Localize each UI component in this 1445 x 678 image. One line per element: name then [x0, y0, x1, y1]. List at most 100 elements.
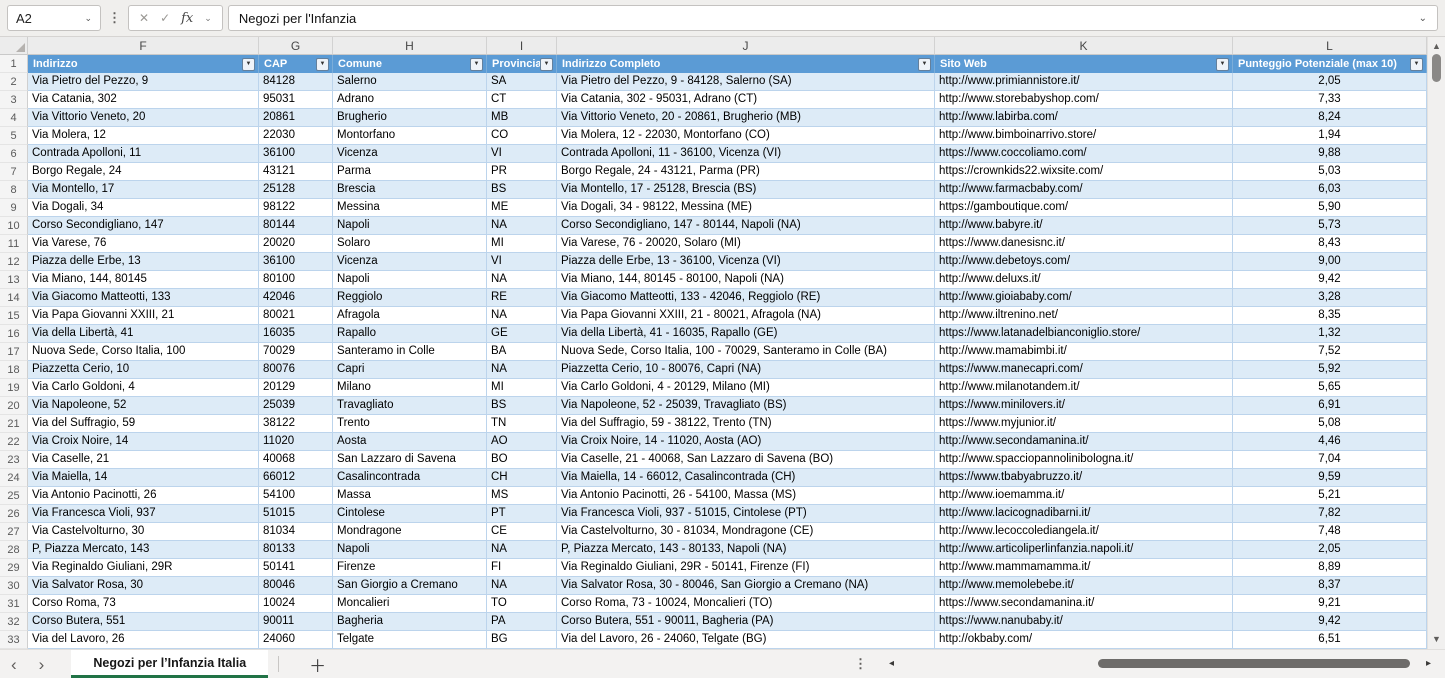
cell[interactable]: Via Catania, 302 - 95031, Adrano (CT) [557, 91, 935, 109]
cell[interactable]: Salerno [333, 73, 487, 91]
cell[interactable]: Via Carlo Goldoni, 4 [28, 379, 259, 397]
cell[interactable]: 20861 [259, 109, 333, 127]
cell[interactable]: 5,73 [1233, 217, 1427, 235]
cell[interactable]: 11020 [259, 433, 333, 451]
cell[interactable]: http://www.bimboinarrivo.store/ [935, 127, 1233, 145]
cell[interactable]: http://www.secondamanina.it/ [935, 433, 1233, 451]
cell[interactable]: https://www.nanubaby.it/ [935, 613, 1233, 631]
cell[interactable]: http://www.spacciopannolinibologna.it/ [935, 451, 1233, 469]
cell[interactable]: http://www.ioemamma.it/ [935, 487, 1233, 505]
cell[interactable]: Via Giacomo Matteotti, 133 [28, 289, 259, 307]
cell[interactable]: 43121 [259, 163, 333, 181]
cell[interactable]: 36100 [259, 253, 333, 271]
cell[interactable]: 1,32 [1233, 325, 1427, 343]
column-header-4[interactable]: Provincia ▼ [487, 55, 557, 73]
row-header-5[interactable]: 5 [0, 127, 28, 145]
row-header-10[interactable]: 10 [0, 217, 28, 235]
cell[interactable]: NA [487, 541, 557, 559]
cell[interactable]: http://www.debetoys.com/ [935, 253, 1233, 271]
cell[interactable]: https://www.minilovers.it/ [935, 397, 1233, 415]
cell[interactable]: Contrada Apolloni, 11 - 36100, Vicenza (… [557, 145, 935, 163]
column-header-1[interactable]: Indirizzo ▼ [28, 55, 259, 73]
cell[interactable]: 22030 [259, 127, 333, 145]
cell[interactable]: 80144 [259, 217, 333, 235]
row-header-15[interactable]: 15 [0, 307, 28, 325]
cell[interactable]: Napoli [333, 217, 487, 235]
row-header-24[interactable]: 24 [0, 469, 28, 487]
cell[interactable]: PA [487, 613, 557, 631]
cell[interactable]: https://www.manecapri.com/ [935, 361, 1233, 379]
cell[interactable]: https://crownkids22.wixsite.com/ [935, 163, 1233, 181]
cell[interactable]: http://www.farmacbaby.com/ [935, 181, 1233, 199]
cell[interactable]: NA [487, 577, 557, 595]
cell[interactable]: https://www.latanadelbianconiglio.store/ [935, 325, 1233, 343]
cancel-icon[interactable]: ✕ [139, 11, 149, 25]
row-header-23[interactable]: 23 [0, 451, 28, 469]
cell[interactable]: Corso Secondigliano, 147 [28, 217, 259, 235]
filter-button[interactable]: ▼ [540, 57, 553, 71]
cell[interactable]: http://www.babyre.it/ [935, 217, 1233, 235]
cell[interactable]: Messina [333, 199, 487, 217]
cell[interactable]: Solaro [333, 235, 487, 253]
cell[interactable]: Via Montello, 17 [28, 181, 259, 199]
filter-button[interactable]: ▼ [1410, 57, 1423, 71]
cell[interactable]: Via Molera, 12 - 22030, Montorfano (CO) [557, 127, 935, 145]
row-header-8[interactable]: 8 [0, 181, 28, 199]
cell[interactable]: Via Croix Noire, 14 [28, 433, 259, 451]
cell[interactable]: BS [487, 181, 557, 199]
row-header-22[interactable]: 22 [0, 433, 28, 451]
cell[interactable]: 16035 [259, 325, 333, 343]
cell[interactable]: FI [487, 559, 557, 577]
cell[interactable]: Napoli [333, 541, 487, 559]
more-options-icon[interactable]: ⋮ [106, 10, 123, 26]
cell[interactable]: San Lazzaro di Savena [333, 451, 487, 469]
cell[interactable]: Nuova Sede, Corso Italia, 100 - 70029, S… [557, 343, 935, 361]
column-letter-J[interactable]: J [557, 37, 935, 55]
cell[interactable]: Via Pietro del Pezzo, 9 - 84128, Salerno… [557, 73, 935, 91]
cell[interactable]: Montorfano [333, 127, 487, 145]
cell[interactable]: 80076 [259, 361, 333, 379]
filter-button[interactable]: ▼ [316, 57, 329, 71]
cell[interactable]: http://www.lecoccolediangela.it/ [935, 523, 1233, 541]
row-header-28[interactable]: 28 [0, 541, 28, 559]
scroll-up-icon[interactable]: ▲ [1432, 37, 1441, 54]
cell[interactable]: 5,90 [1233, 199, 1427, 217]
cell[interactable]: Reggiolo [333, 289, 487, 307]
column-header-3[interactable]: Comune ▼ [333, 55, 487, 73]
row-header-19[interactable]: 19 [0, 379, 28, 397]
cell[interactable]: 5,92 [1233, 361, 1427, 379]
cell[interactable]: Via Caselle, 21 [28, 451, 259, 469]
cell[interactable]: Via Vittorio Veneto, 20 - 20861, Brugher… [557, 109, 935, 127]
cell[interactable]: MS [487, 487, 557, 505]
cell[interactable]: Milano [333, 379, 487, 397]
cell[interactable]: MI [487, 379, 557, 397]
cell[interactable]: Casalincontrada [333, 469, 487, 487]
cell[interactable]: Telgate [333, 631, 487, 649]
cell[interactable]: Mondragone [333, 523, 487, 541]
cell[interactable]: AO [487, 433, 557, 451]
cell[interactable]: http://www.gioiababy.com/ [935, 289, 1233, 307]
cell[interactable]: Moncalieri [333, 595, 487, 613]
cell[interactable]: 1,94 [1233, 127, 1427, 145]
cell[interactable]: Via Varese, 76 [28, 235, 259, 253]
row-header-14[interactable]: 14 [0, 289, 28, 307]
cell[interactable]: Piazzetta Cerio, 10 - 80076, Capri (NA) [557, 361, 935, 379]
cell[interactable]: Via Dogali, 34 - 98122, Messina (ME) [557, 199, 935, 217]
cell[interactable]: NA [487, 271, 557, 289]
row-header-9[interactable]: 9 [0, 199, 28, 217]
more-options-icon[interactable]: ⋮ [852, 656, 869, 672]
cell[interactable]: VI [487, 145, 557, 163]
cell[interactable]: 25039 [259, 397, 333, 415]
cell[interactable]: Via Maiella, 14 [28, 469, 259, 487]
cell[interactable]: Via Varese, 76 - 20020, Solaro (MI) [557, 235, 935, 253]
cell[interactable]: MI [487, 235, 557, 253]
cell[interactable]: Via Miano, 144, 80145 - 80100, Napoli (N… [557, 271, 935, 289]
cell[interactable]: Parma [333, 163, 487, 181]
cell[interactable]: 9,21 [1233, 595, 1427, 613]
scroll-down-icon[interactable]: ▼ [1432, 632, 1441, 649]
cell[interactable]: Borgo Regale, 24 [28, 163, 259, 181]
cell[interactable]: 98122 [259, 199, 333, 217]
cell[interactable]: https://www.tbabyabruzzo.it/ [935, 469, 1233, 487]
cell[interactable]: 8,43 [1233, 235, 1427, 253]
cell[interactable]: BA [487, 343, 557, 361]
